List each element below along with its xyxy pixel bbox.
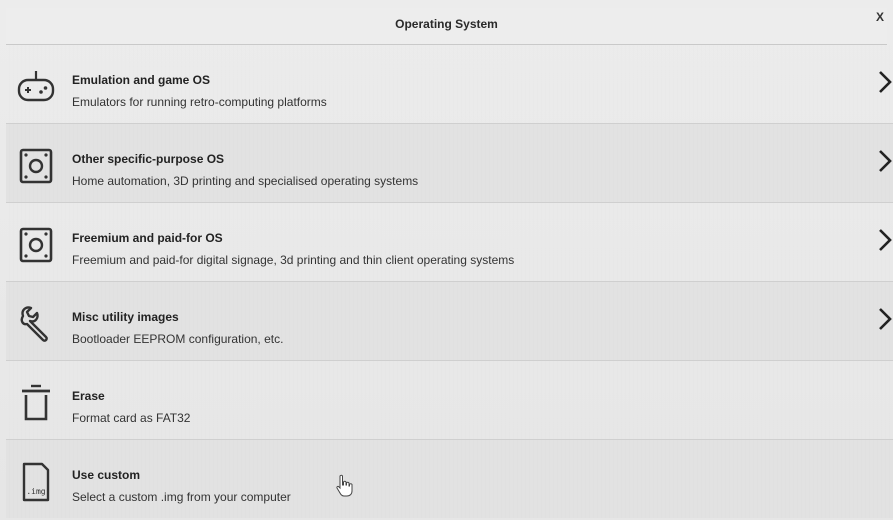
img-file-icon-label: .img	[26, 487, 45, 496]
chevron-right-icon[interactable]	[877, 148, 893, 174]
chevron-right-icon[interactable]	[877, 306, 893, 332]
item-description: Select a custom .img from your computer	[72, 490, 291, 504]
item-title: Use custom	[72, 468, 141, 482]
os-item-specific-purpose[interactable]: Other specific-purpose OS Home automatio…	[6, 124, 893, 203]
os-item-freemium[interactable]: Freemium and paid-for OS Freemium and pa…	[6, 203, 893, 282]
item-title: Emulation and game OS	[72, 73, 211, 87]
device-box-icon	[16, 146, 56, 186]
item-description: Freemium and paid-for digital signage, 3…	[72, 253, 515, 267]
item-description: Home automation, 3D printing and special…	[72, 174, 419, 188]
os-item-emulation[interactable]: Emulation and game OS Emulators for runn…	[6, 45, 893, 124]
os-item-misc-utility[interactable]: Misc utility images Bootloader EEPROM co…	[6, 282, 893, 361]
gamepad-icon	[16, 67, 56, 107]
trash-icon	[16, 383, 56, 423]
item-description: Emulators for running retro-computing pl…	[72, 95, 327, 109]
item-description: Bootloader EEPROM configuration, etc.	[72, 332, 284, 346]
img-file-icon: .img	[16, 462, 56, 502]
os-list: Emulation and game OS Emulators for runn…	[6, 45, 893, 518]
os-item-erase[interactable]: Erase Format card as FAT32	[6, 361, 893, 440]
item-title: Other specific-purpose OS	[72, 152, 225, 166]
wrench-icon	[16, 304, 56, 344]
item-title: Freemium and paid-for OS	[72, 231, 223, 245]
chevron-right-icon[interactable]	[877, 227, 893, 253]
operating-system-dialog: Operating System X Emulation and game OS…	[0, 0, 893, 520]
item-title: Erase	[72, 389, 105, 403]
os-item-use-custom[interactable]: .img Use custom Select a custom .img fro…	[6, 440, 893, 518]
item-title: Misc utility images	[72, 310, 179, 324]
close-button[interactable]: X	[873, 10, 887, 24]
dialog-title: Operating System	[395, 17, 498, 31]
dialog-titlebar: Operating System X	[6, 8, 887, 45]
device-box-icon	[16, 225, 56, 265]
chevron-right-icon[interactable]	[877, 69, 893, 95]
item-description: Format card as FAT32	[72, 411, 191, 425]
hand-cursor-icon	[334, 474, 354, 498]
